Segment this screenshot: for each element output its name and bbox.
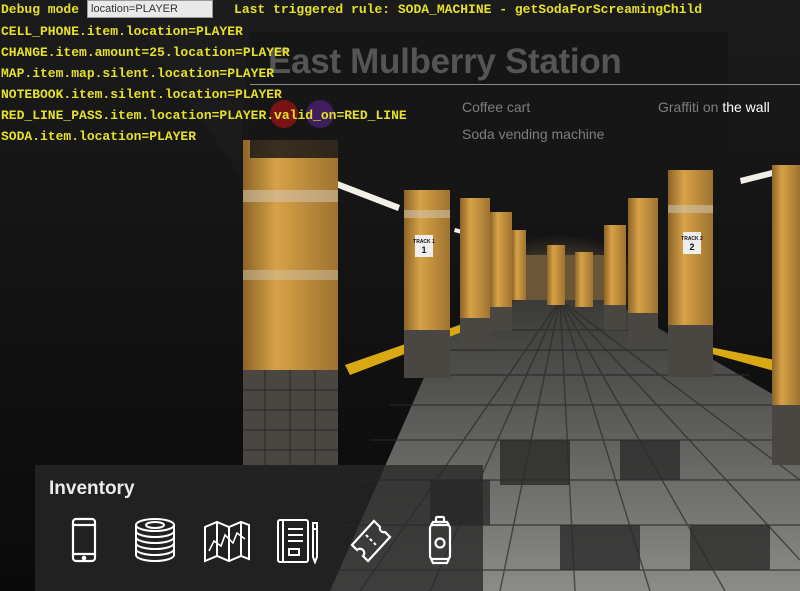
soda-machine-hotspot[interactable]: Soda vending machine [462, 126, 604, 142]
inventory-item-map[interactable] [199, 513, 255, 569]
soda-can-icon [428, 515, 452, 565]
state-line: CELL_PHONE.item.location=PLAYER [1, 24, 243, 39]
inventory-title: Inventory [49, 478, 135, 499]
graffiti-hotspot[interactable]: Graffiti on the wall [658, 99, 770, 115]
inventory-item-notebook[interactable] [271, 513, 327, 569]
inventory-items [35, 513, 483, 569]
notebook-icon [277, 519, 318, 565]
graffiti-label: Graffiti on [658, 99, 723, 115]
graffiti-label-highlight: the wall [722, 99, 770, 115]
state-line: MAP.item.map.silent.location=PLAYER [1, 66, 275, 81]
state-line: NOTEBOOK.item.silent.location=PLAYER [1, 87, 282, 102]
state-line: SODA.item.location=PLAYER [1, 129, 197, 144]
svg-text:2: 2 [689, 242, 694, 252]
inventory-item-red-line-pass[interactable] [342, 513, 398, 569]
state-list: CELL_PHONE.item.location=PLAYER CHANGE.i… [1, 21, 407, 147]
state-line: RED_LINE_PASS.item.location=PLAYER.valid… [1, 108, 407, 123]
phone-icon [71, 517, 97, 563]
debug-mode-label: Debug mode [1, 1, 80, 17]
debug-filter-input[interactable] [87, 0, 214, 18]
inventory-item-soda[interactable] [413, 513, 469, 569]
ticket-icon [350, 519, 392, 563]
inventory-panel: Inventory [35, 465, 483, 591]
last-triggered-rule: Last triggered rule: SODA_MACHINE - getS… [234, 1, 703, 17]
svg-text:1: 1 [421, 245, 426, 255]
inventory-item-change[interactable] [127, 513, 183, 569]
coffee-cart-hotspot[interactable]: Coffee cart [462, 99, 530, 115]
inventory-item-cell-phone[interactable] [56, 513, 112, 569]
map-icon [204, 520, 250, 563]
state-line: CHANGE.item.amount=25.location=PLAYER [1, 45, 290, 60]
debug-toolbar: Debug mode Last triggered rule: SODA_MAC… [0, 0, 702, 18]
coins-icon [135, 518, 175, 563]
